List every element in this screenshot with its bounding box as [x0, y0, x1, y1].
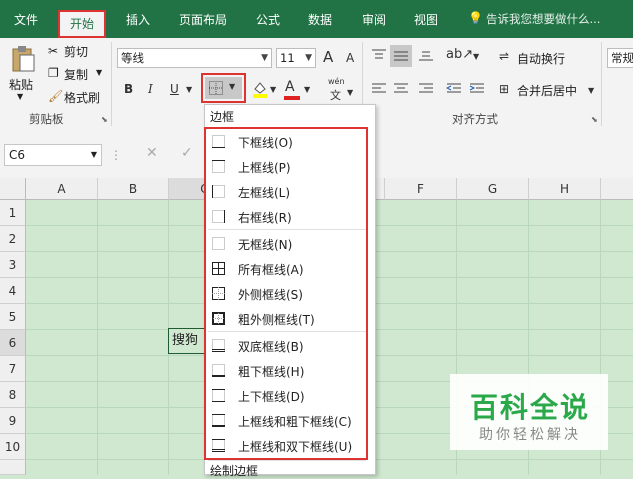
- merge-center-button[interactable]: 合并后居中: [517, 82, 577, 99]
- row-header[interactable]: 10: [0, 434, 26, 460]
- group-divider: [601, 42, 602, 126]
- cancel-icon[interactable]: ✕: [146, 145, 158, 161]
- tab-home[interactable]: 开始: [58, 10, 107, 38]
- format-painter-button[interactable]: 格式刷: [64, 89, 100, 106]
- cut-button[interactable]: 剪切: [64, 43, 88, 60]
- row-header[interactable]: 5: [0, 304, 26, 330]
- chevron-down-icon: ▼: [229, 82, 236, 91]
- merge-center-icon: ⊞: [499, 82, 510, 96]
- clipboard-launcher-icon[interactable]: ⬊: [101, 115, 108, 124]
- wrap-text-icon: ⇌: [499, 49, 510, 63]
- increase-font-button[interactable]: A: [323, 48, 333, 66]
- watermark-subtitle: 助你轻松解决: [479, 427, 581, 443]
- font-name-value: 等线: [121, 51, 144, 65]
- format-painter-icon: 🖌: [48, 89, 64, 103]
- paste-icon[interactable]: [10, 44, 36, 74]
- increase-indent-icon[interactable]: [469, 82, 485, 96]
- draw-borders-title: 绘制边框: [210, 464, 259, 478]
- name-box-value: C6: [9, 148, 26, 162]
- phonetic-guide-label: wén: [328, 77, 345, 86]
- font-color-button[interactable]: A: [285, 79, 295, 95]
- align-middle-icon: [394, 51, 408, 61]
- align-middle-button[interactable]: [390, 45, 412, 67]
- tell-me-input[interactable]: 告诉我您想要做什么...: [486, 11, 600, 27]
- copy-button[interactable]: 复制: [64, 66, 88, 83]
- align-right-icon[interactable]: [418, 82, 434, 96]
- font-size-combo[interactable]: 11 ▼: [276, 48, 316, 68]
- underline-button[interactable]: U: [170, 82, 179, 96]
- font-color-swatch: [284, 96, 300, 100]
- alignment-launcher-icon[interactable]: ⬊: [591, 115, 598, 124]
- menu-items-highlight: [204, 127, 368, 460]
- lightbulb-icon: 💡: [468, 11, 483, 25]
- chevron-down-icon: ▼: [90, 150, 97, 159]
- align-center-icon[interactable]: [393, 82, 409, 96]
- column-header[interactable]: H: [529, 178, 601, 200]
- align-bottom-icon[interactable]: [418, 48, 434, 62]
- align-left-icon[interactable]: [371, 82, 387, 96]
- bold-button[interactable]: B: [124, 82, 133, 96]
- group-divider: [111, 42, 112, 126]
- fill-color-icon[interactable]: [252, 80, 268, 98]
- decrease-indent-icon[interactable]: [446, 82, 462, 96]
- row-header[interactable]: 4: [0, 278, 26, 304]
- fill-color-dropdown-icon[interactable]: ▼: [270, 85, 276, 94]
- number-format-combo[interactable]: 常规: [607, 48, 633, 68]
- tab-page-layout[interactable]: 页面布局: [179, 11, 227, 28]
- orientation-dropdown-icon[interactable]: ▼: [473, 52, 479, 61]
- copy-dropdown-icon[interactable]: ▼: [96, 68, 102, 77]
- number-format-value: 常规: [611, 51, 633, 65]
- cell-text: 搜狗: [172, 333, 199, 348]
- border-icon: [209, 81, 223, 95]
- chevron-down-icon: ▼: [305, 53, 312, 63]
- row-header[interactable]: 3: [0, 252, 26, 278]
- tab-view[interactable]: 视图: [414, 11, 438, 28]
- orientation-icon[interactable]: ab↗: [446, 47, 473, 62]
- tab-file[interactable]: 文件: [14, 11, 38, 28]
- row-header[interactable]: 9: [0, 408, 26, 434]
- tab-data[interactable]: 数据: [308, 11, 332, 28]
- scissors-icon: ✂: [48, 44, 59, 58]
- chevron-down-icon: ▼: [261, 53, 268, 63]
- phonetic-guide-button[interactable]: 文: [330, 87, 341, 103]
- enter-icon[interactable]: ✓: [181, 145, 193, 161]
- italic-button[interactable]: I: [148, 82, 153, 96]
- clipboard-group-label: 剪贴板: [29, 112, 64, 126]
- font-size-value: 11: [280, 51, 295, 65]
- decrease-font-button[interactable]: A: [346, 51, 354, 65]
- border-button[interactable]: ▼: [205, 77, 242, 99]
- merge-dropdown-icon[interactable]: ▼: [588, 86, 594, 95]
- select-all-corner[interactable]: [0, 178, 26, 200]
- active-cell[interactable]: 搜狗: [168, 328, 208, 354]
- column-header-partial[interactable]: [601, 178, 633, 200]
- row-header[interactable]: 7: [0, 356, 26, 382]
- paste-button[interactable]: 粘贴: [9, 76, 33, 93]
- row-header-partial[interactable]: [0, 460, 26, 475]
- align-top-icon[interactable]: [371, 48, 387, 62]
- tab-review[interactable]: 审阅: [362, 11, 386, 28]
- row-header[interactable]: 6: [0, 330, 26, 356]
- menu-divider: [208, 460, 366, 461]
- font-color-dropdown-icon[interactable]: ▼: [304, 85, 310, 94]
- column-header[interactable]: F: [385, 178, 457, 200]
- watermark-title: 百科全说: [470, 391, 591, 424]
- phonetic-dropdown-icon[interactable]: ▼: [347, 88, 353, 97]
- row-header[interactable]: 2: [0, 226, 26, 252]
- tab-insert[interactable]: 插入: [126, 11, 150, 28]
- row-header[interactable]: 1: [0, 200, 26, 226]
- alignment-group-label: 对齐方式: [452, 112, 498, 126]
- tab-formulas[interactable]: 公式: [256, 11, 280, 28]
- underline-dropdown-icon[interactable]: ▼: [186, 85, 192, 94]
- row-header[interactable]: 8: [0, 382, 26, 408]
- borders-menu-title: 边框: [210, 110, 235, 124]
- font-name-combo[interactable]: 等线 ▼: [117, 48, 272, 68]
- column-header[interactable]: B: [98, 178, 169, 200]
- wrap-text-button[interactable]: 自动换行: [517, 50, 565, 67]
- resize-handle-icon[interactable]: ⋮: [110, 148, 122, 162]
- paste-dropdown-icon[interactable]: ▼: [17, 92, 23, 101]
- column-header[interactable]: G: [457, 178, 529, 200]
- copy-icon: ❐: [48, 66, 59, 80]
- column-header[interactable]: A: [26, 178, 98, 200]
- name-box[interactable]: C6 ▼: [4, 144, 102, 166]
